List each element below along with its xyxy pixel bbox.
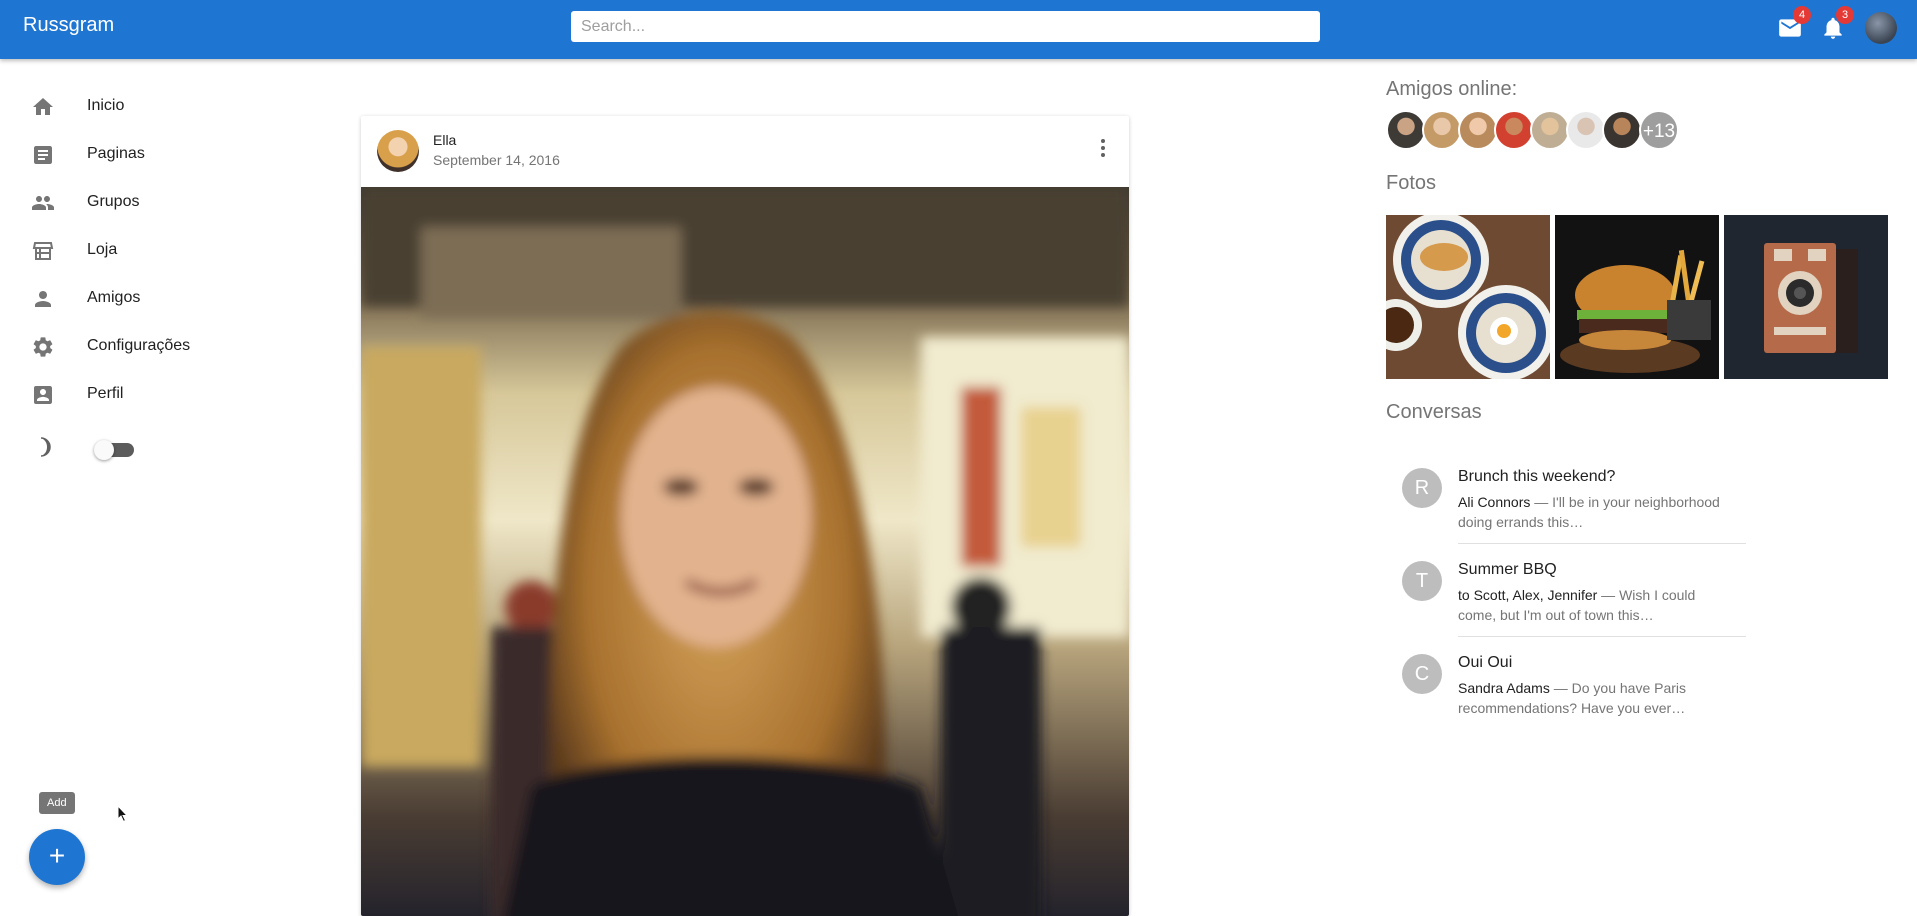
person-icon	[35, 291, 51, 307]
notifications-button[interactable]: 3	[1820, 6, 1854, 41]
post-photo-image	[361, 187, 1129, 916]
conversation-preview: Sandra Adams — Do you have Paris recomme…	[1458, 678, 1728, 718]
breakfast-photo	[1386, 215, 1550, 379]
pages-icon	[34, 146, 52, 164]
sidebar-item-label: Inicio	[87, 97, 125, 114]
half-moon-icon	[40, 437, 51, 457]
more-online-friends[interactable]: +13	[1639, 110, 1679, 150]
store-icon	[32, 242, 54, 260]
conversation-sender: Sandra Adams	[1458, 680, 1550, 696]
sidebar-item-inicio[interactable]: Inicio	[0, 83, 300, 131]
conversation-avatar: C	[1402, 654, 1442, 694]
plus-icon: +	[48, 840, 66, 871]
online-friend-avatar[interactable]	[1386, 110, 1426, 150]
photo-thumbnail[interactable]	[1386, 215, 1550, 379]
online-friends-title: Amigos online:	[1386, 78, 1518, 100]
conversation-preview: Ali Connors — I'll be in your neighborho…	[1458, 492, 1728, 532]
sidebar-item-loja[interactable]: Loja	[0, 227, 300, 275]
sidebar-item-grupos[interactable]: Grupos	[0, 179, 300, 227]
home-icon	[33, 98, 53, 115]
more-vert-icon[interactable]	[1091, 136, 1115, 160]
online-friend-avatar[interactable]	[1602, 110, 1642, 150]
app-bar: Russgram 4 3	[0, 0, 1917, 59]
sidebar-item-label: Grupos	[87, 193, 140, 210]
add-button[interactable]: +	[29, 829, 85, 885]
mail-badge: 4	[1793, 6, 1811, 24]
online-friend-avatar[interactable]	[1530, 110, 1570, 150]
online-friend-avatar[interactable]	[1566, 110, 1606, 150]
notifications-badge: 3	[1836, 6, 1854, 24]
profile-card-icon	[34, 386, 52, 404]
online-friend-avatar[interactable]	[1458, 110, 1498, 150]
add-tooltip: Add	[39, 792, 75, 814]
conversation-item[interactable]: T Summer BBQ to Scott, Alex, Jennifer — …	[1386, 551, 1746, 643]
search-input[interactable]	[571, 11, 1320, 42]
conversation-item[interactable]: C Oui Oui Sandra Adams — Do you have Par…	[1386, 644, 1746, 736]
online-friend-avatar[interactable]	[1422, 110, 1462, 150]
online-friend-avatar[interactable]	[1494, 110, 1534, 150]
post-card: Ella September 14, 2016	[361, 116, 1129, 916]
conversation-avatar: T	[1402, 561, 1442, 601]
groups-icon	[32, 196, 54, 210]
sidebar-item-amigos[interactable]: Amigos	[0, 275, 300, 323]
gear-icon	[33, 337, 53, 357]
sidebar-item-paginas[interactable]: Paginas	[0, 131, 300, 179]
sidebar-item-label: Configurações	[87, 337, 191, 354]
conversation-sender: to Scott, Alex, Jennifer	[1458, 587, 1598, 603]
burger-photo	[1555, 215, 1719, 379]
post-date: September 14, 2016	[433, 152, 560, 168]
user-avatar[interactable]	[1865, 12, 1897, 44]
conversation-title: Summer BBQ	[1458, 561, 1557, 578]
photo-thumbnail[interactable]	[1555, 215, 1719, 379]
conversation-title: Oui Oui	[1458, 654, 1513, 671]
post-author-name[interactable]: Ella	[433, 132, 456, 148]
conversation-item[interactable]: R Brunch this weekend? Ali Connors — I'l…	[1386, 458, 1746, 550]
dark-mode-toggle[interactable]	[94, 440, 134, 460]
sidebar-item-configuracoes[interactable]: Configurações	[0, 323, 300, 371]
sidebar-item-label: Perfil	[87, 385, 124, 402]
camera-photo	[1724, 215, 1888, 379]
conversation-title: Brunch this weekend?	[1458, 468, 1616, 485]
post-author-avatar[interactable]	[377, 130, 419, 172]
toggle-thumb	[94, 440, 114, 460]
mouse-cursor-icon	[117, 805, 129, 823]
post-photo[interactable]	[361, 187, 1129, 916]
conversation-avatar: R	[1402, 468, 1442, 508]
sidebar-item-label: Loja	[87, 241, 118, 258]
sidebar-item-perfil[interactable]: Perfil	[0, 371, 300, 419]
sidebar-item-label: Paginas	[87, 145, 145, 162]
conversation-sender: Ali Connors	[1458, 494, 1531, 510]
photos-title: Fotos	[1386, 172, 1437, 194]
conversations-title: Conversas	[1386, 401, 1482, 423]
photo-thumbnail[interactable]	[1724, 215, 1888, 379]
divider	[1458, 543, 1746, 544]
app-title[interactable]: Russgram	[23, 14, 114, 37]
divider	[1458, 636, 1746, 637]
mail-button[interactable]: 4	[1777, 6, 1811, 41]
conversation-preview: to Scott, Alex, Jennifer — Wish I could …	[1458, 585, 1728, 625]
sidebar-item-label: Amigos	[87, 289, 141, 306]
